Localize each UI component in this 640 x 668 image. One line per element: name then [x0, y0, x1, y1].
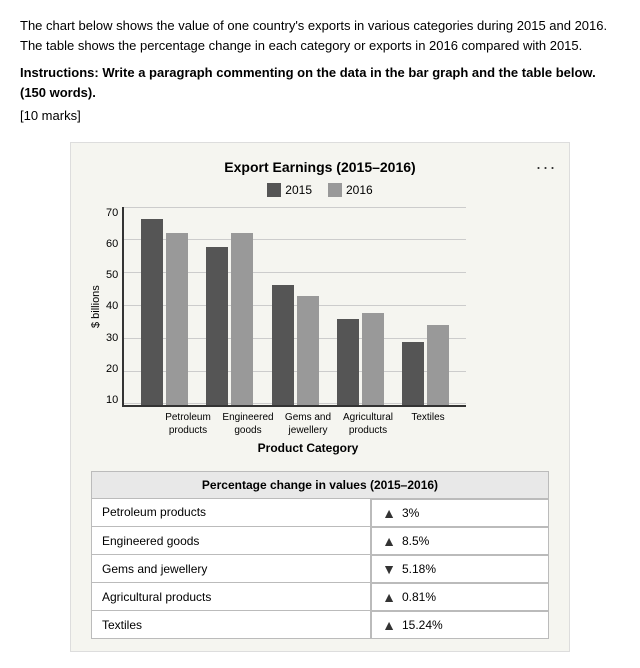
data-table: Percentage change in values (2015–2016)P…	[91, 471, 549, 640]
legend-2016-box	[328, 183, 342, 197]
table-row: Engineered goods ▲ 8.5%	[92, 527, 549, 555]
bar-2015	[206, 247, 228, 404]
marks-text: [10 marks]	[20, 106, 620, 126]
bars-grid	[122, 207, 466, 407]
legend-2015: 2015	[267, 183, 312, 197]
y-tick: 10	[106, 394, 118, 406]
legend-2016-label: 2016	[346, 183, 373, 197]
y-axis-label: $ billions	[91, 207, 102, 407]
x-label: Petroleum products	[158, 411, 218, 437]
y-tick: 40	[106, 300, 118, 312]
more-button[interactable]: ...	[536, 153, 557, 174]
table-header: Percentage change in values (2015–2016)	[92, 471, 549, 498]
x-label: Agricultural products	[338, 411, 398, 437]
table-category: Agricultural products	[92, 583, 371, 611]
table-percentage: 3%	[402, 506, 419, 520]
bar-group	[402, 325, 449, 405]
x-label: Gems and jewellery	[278, 411, 338, 437]
bar-2016	[297, 296, 319, 405]
arrow-up-icon: ▲	[382, 533, 396, 549]
y-tick: 30	[106, 332, 118, 344]
y-tick: 50	[106, 269, 118, 281]
bar-2015	[141, 219, 163, 405]
bar-2016	[427, 325, 449, 405]
arrow-down-icon: ▼	[382, 561, 396, 577]
table-category: Engineered goods	[92, 527, 371, 555]
arrow-up-icon: ▲	[382, 589, 396, 605]
chart-container: ... Export Earnings (2015–2016) 2015 201…	[70, 142, 570, 653]
y-axis: 70 60 50 40 30 20 10	[106, 207, 122, 407]
legend-2016: 2016	[328, 183, 373, 197]
bar-group	[272, 285, 319, 405]
bar-group	[141, 219, 188, 405]
bar-2015	[337, 319, 359, 405]
table-percentage: 5.18%	[402, 562, 436, 576]
bar-2016	[231, 233, 253, 404]
bar-group	[337, 313, 384, 404]
x-label: Textiles	[398, 411, 458, 437]
table-row: Petroleum products ▲ 3%	[92, 498, 549, 527]
chart-legend: 2015 2016	[91, 183, 549, 197]
instructions-text: Instructions: Write a paragraph commenti…	[20, 63, 620, 102]
bar-2015	[272, 285, 294, 405]
legend-2015-box	[267, 183, 281, 197]
table-percentage: 0.81%	[402, 590, 436, 604]
table-value-cell: ▲ 8.5%	[371, 527, 548, 555]
table-category: Textiles	[92, 611, 371, 639]
x-label: Engineered goods	[218, 411, 278, 437]
table-value-cell: ▲ 0.81%	[371, 583, 548, 611]
table-percentage: 8.5%	[402, 534, 429, 548]
legend-2015-label: 2015	[285, 183, 312, 197]
arrow-up-icon: ▲	[382, 617, 396, 633]
table-row: Agricultural products ▲ 0.81%	[92, 583, 549, 611]
bar-2015	[402, 342, 424, 405]
table-percentage: 15.24%	[402, 618, 443, 632]
y-tick: 60	[106, 238, 118, 250]
table-value-cell: ▼ 5.18%	[371, 555, 548, 583]
table-row: Textiles ▲ 15.24%	[92, 611, 549, 639]
x-axis-title: Product Category	[150, 441, 466, 455]
table-value-cell: ▲ 15.24%	[371, 611, 548, 639]
table-category: Gems and jewellery	[92, 555, 371, 583]
y-tick: 70	[106, 207, 118, 219]
chart-title: Export Earnings (2015–2016)	[91, 159, 549, 175]
table-category: Petroleum products	[92, 498, 371, 527]
bar-group	[206, 233, 253, 404]
bar-2016	[362, 313, 384, 404]
bar-2016	[166, 233, 188, 404]
arrow-up-icon: ▲	[382, 505, 396, 521]
chart-area: 70 60 50 40 30 20 10	[106, 207, 466, 407]
table-row: Gems and jewellery ▼ 5.18%	[92, 555, 549, 583]
table-value-cell: ▲ 3%	[371, 499, 548, 527]
table-section: Percentage change in values (2015–2016)P…	[91, 471, 549, 640]
y-tick: 20	[106, 363, 118, 375]
intro-text: The chart below shows the value of one c…	[20, 16, 620, 55]
